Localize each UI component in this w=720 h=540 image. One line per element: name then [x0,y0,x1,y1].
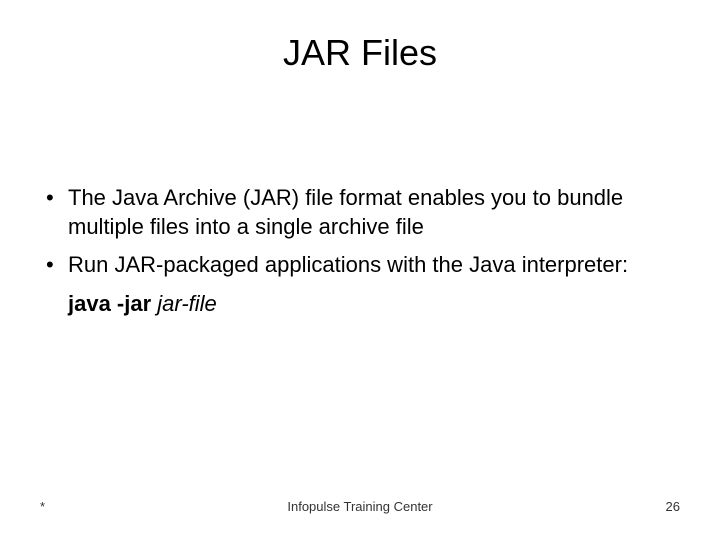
list-item: The Java Archive (JAR) file format enabl… [40,184,680,241]
slide: JAR Files The Java Archive (JAR) file fo… [0,0,720,540]
slide-content: The Java Archive (JAR) file format enabl… [40,184,680,318]
slide-number: 26 [666,499,680,514]
command-bold: java -jar [68,291,157,316]
slide-footer: * Infopulse Training Center 26 [0,499,720,514]
slide-title: JAR Files [40,32,680,74]
command-italic: jar-file [157,291,217,316]
footer-date: * [40,499,45,514]
footer-center: Infopulse Training Center [0,499,720,514]
command-line: java -jar jar-file [40,290,680,319]
list-item: Run JAR-packaged applications with the J… [40,251,680,280]
bullet-list: The Java Archive (JAR) file format enabl… [40,184,680,280]
